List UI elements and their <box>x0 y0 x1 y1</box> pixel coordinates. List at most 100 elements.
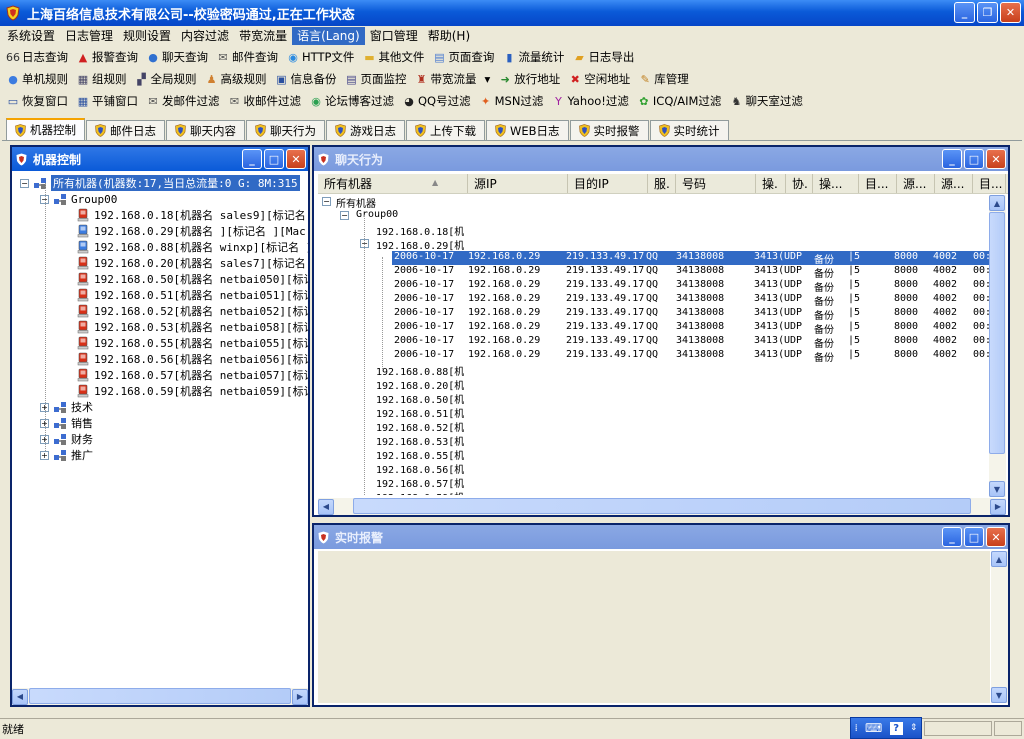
grid-row[interactable]: 192.168.0.20[机 <box>318 377 990 392</box>
tree-row[interactable]: 192.168.0.53[机器名 netbai058][标记 <box>76 319 308 335</box>
machine-panel-close-button[interactable]: ✕ <box>286 149 306 169</box>
toolbar-button-toolbar2-10[interactable]: ✎ 库管理 <box>634 69 693 89</box>
column-header-7[interactable]: 操... <box>813 174 859 193</box>
tree-row[interactable]: 192.168.0.51[机器名 netbai051][标记 <box>76 287 308 303</box>
chat-grid-hscroll-thumb[interactable] <box>353 498 971 514</box>
grid-row[interactable]: 192.168.0.88[机 <box>318 363 990 378</box>
toolbar-button-toolbar1-5[interactable]: ▬ 其他文件 <box>358 47 428 67</box>
grid-row[interactable]: 192.168.0.57[机 <box>318 475 990 490</box>
scroll-down-button[interactable]: ▼ <box>989 481 1005 497</box>
scroll-right-button[interactable]: ▶ <box>990 498 1006 515</box>
toolbar-button-toolbar1-8[interactable]: ▰ 日志导出 <box>568 47 638 67</box>
tab-8[interactable]: 实时统计 <box>649 120 729 140</box>
machine-panel-maximize-button[interactable]: □ <box>264 149 284 169</box>
chat-panel-close-button[interactable]: ✕ <box>986 149 1006 169</box>
grid-row[interactable]: − Group00 <box>318 209 990 223</box>
collapse-toggle-icon[interactable]: − <box>20 178 29 188</box>
tree-row[interactable]: + 技术 <box>40 399 93 415</box>
keyboard-icon[interactable]: ⌨ <box>865 721 882 735</box>
grid-row[interactable]: 192.168.0.50[机 <box>318 391 990 406</box>
chat-grid-vscroll-thumb[interactable] <box>989 212 1005 454</box>
collapse-toggle-icon[interactable]: − <box>340 211 349 220</box>
expand-toggle-icon[interactable]: + <box>40 450 49 460</box>
alarm-vscrollbar[interactable]: ▲ ▼ <box>991 551 1008 703</box>
chat-grid-hscrollbar[interactable]: ◀ ▶ <box>318 498 1006 515</box>
toolbar-button-toolbar2-5[interactable]: ▤ 页面监控 <box>341 69 411 89</box>
tab-0[interactable]: 机器控制 <box>6 118 85 140</box>
toolbar-button-toolbar2-9[interactable]: ✖ 空闲地址 <box>564 69 634 89</box>
column-header-8[interactable]: 目... <box>859 174 897 193</box>
tab-4[interactable]: 游戏日志 <box>326 120 405 140</box>
grid-row[interactable]: 192.168.0.53[机 <box>318 433 990 448</box>
tree-row[interactable]: 192.168.0.52[机器名 netbai052][标记 <box>76 303 308 319</box>
menu-item-1[interactable]: 日志管理 <box>60 27 118 45</box>
chat-panel-maximize-button[interactable]: □ <box>964 149 984 169</box>
toolbar-button-toolbar3-5[interactable]: ◕ QQ号过滤 <box>398 91 475 111</box>
scroll-left-button[interactable]: ◀ <box>318 498 334 515</box>
toolbar-button-toolbar1-4[interactable]: ◉ HTTP文件 <box>282 47 358 67</box>
tree-row[interactable]: − Group00 <box>40 191 117 207</box>
grid-row[interactable]: 2006-10-17 192.168.0.29 219.133.49.17 QQ 341… <box>318 321 990 336</box>
grid-row[interactable]: 2006-10-17 192.168.0.29 219.133.49.17 QQ 341… <box>318 293 990 308</box>
toolbar-button-toolbar2-6[interactable]: ♜ 带宽流量 <box>411 69 481 89</box>
alarm-panel-maximize-button[interactable]: □ <box>964 527 984 547</box>
tree-row[interactable]: − 所有机器(机器数:17,当日总流量:0 G: 8M:315 <box>20 175 300 191</box>
grid-row[interactable]: 192.168.0.56[机 <box>318 461 990 476</box>
tab-2[interactable]: 聊天内容 <box>166 120 245 140</box>
grid-row[interactable]: 2006-10-17 192.168.0.29 219.133.49.17 QQ 341… <box>318 279 990 294</box>
tab-3[interactable]: 聊天行为 <box>246 120 325 140</box>
chat-panel-minimize-button[interactable]: _ <box>942 149 962 169</box>
toolbar-button-toolbar3-7[interactable]: Y Yahoo!过滤 <box>547 91 632 111</box>
toolbar-button-toolbar3-6[interactable]: ✦ MSN过滤 <box>475 91 548 111</box>
tree-row[interactable]: 192.168.0.50[机器名 netbai050][标记 <box>76 271 308 287</box>
toolbar-button-toolbar2-1[interactable]: ▦ 组规则 <box>72 69 131 89</box>
toolbar-button-toolbar2-8[interactable]: ➜ 放行地址 <box>494 69 564 89</box>
toolbar-button-toolbar1-1[interactable]: ▲ 报警查询 <box>72 47 142 67</box>
scroll-left-button[interactable]: ◀ <box>12 688 28 705</box>
grid-row[interactable]: 192.168.0.51[机 <box>318 405 990 420</box>
machine-tree-hscrollbar[interactable]: ◀ ▶ <box>12 688 308 705</box>
grid-row[interactable]: 2006-10-17 192.168.0.29 219.133.49.17 QQ 341… <box>392 251 990 266</box>
column-header-6[interactable]: 协. <box>786 174 813 193</box>
toolbar-button-toolbar1-2[interactable]: ● 聊天查询 <box>142 47 212 67</box>
column-header-10[interactable]: 源... <box>935 174 973 193</box>
minimize-window-button[interactable]: _ <box>954 2 975 23</box>
column-header-4[interactable]: 号码 <box>676 174 756 193</box>
chat-panel-titlebar[interactable]: 聊天行为 _ □ ✕ <box>314 147 1008 171</box>
scroll-right-button[interactable]: ▶ <box>292 688 308 705</box>
grid-row[interactable]: 2006-10-17 192.168.0.29 219.133.49.17 QQ 341… <box>318 265 990 280</box>
restore-window-button[interactable]: ❐ <box>977 2 998 23</box>
toolbar-button-toolbar3-4[interactable]: ◉ 论坛博客过滤 <box>305 91 398 111</box>
alarm-panel-minimize-button[interactable]: _ <box>942 527 962 547</box>
toolbar-button-toolbar3-0[interactable]: ▭ 恢复窗口 <box>2 91 72 111</box>
chat-grid-vscrollbar[interactable]: ▲ ▼ <box>989 195 1006 497</box>
tree-row[interactable]: 192.168.0.29[机器名 ][标记名 ][Mac <box>76 223 306 239</box>
column-header-5[interactable]: 操. <box>756 174 786 193</box>
toolbar-button-toolbar2-7[interactable]: ▾ <box>481 69 495 89</box>
menu-item-7[interactable]: 帮助(H) <box>423 27 475 45</box>
column-header-2[interactable]: 目的IP <box>568 174 648 193</box>
help-icon[interactable]: ? <box>889 721 903 735</box>
toolbar-button-toolbar2-0[interactable]: ● 单机规则 <box>2 69 72 89</box>
scroll-down-button[interactable]: ▼ <box>991 687 1007 703</box>
grid-row[interactable]: −192.168.0.29[机 <box>318 237 990 252</box>
tree-row[interactable]: 192.168.0.88[机器名 winxp][标记名 ] <box>76 239 308 255</box>
menu-item-5[interactable]: 语言(Lang) <box>292 27 365 45</box>
column-header-11[interactable]: 目... <box>973 174 1006 193</box>
menu-item-4[interactable]: 带宽流量 <box>234 27 292 45</box>
grid-row[interactable]: 192.168.0.55[机 <box>318 447 990 462</box>
grid-row[interactable]: 192.168.0.18[机 <box>318 223 990 238</box>
toolbar-button-toolbar3-3[interactable]: ✉ 收邮件过滤 <box>224 91 306 111</box>
grid-row[interactable]: 所有机器 − <box>318 195 990 210</box>
toolbar-button-toolbar1-0[interactable]: 66 日志查询 <box>2 47 72 67</box>
toolbar-button-toolbar3-9[interactable]: ♞ 聊天室过滤 <box>725 91 807 111</box>
grid-row[interactable]: 2006-10-17 192.168.0.29 219.133.49.17 QQ 341… <box>318 335 990 350</box>
alarm-panel-titlebar[interactable]: 实时报警 _ □ ✕ <box>314 525 1008 549</box>
alarm-panel-close-button[interactable]: ✕ <box>986 527 1006 547</box>
tree-row[interactable]: 192.168.0.55[机器名 netbai055][标记 <box>76 335 308 351</box>
collapse-toggle-icon[interactable]: − <box>322 197 331 206</box>
tab-7[interactable]: 实时报警 <box>569 120 649 140</box>
tree-row[interactable]: + 推广 <box>40 447 93 463</box>
grid-row[interactable]: 192.168.0.59[机 <box>318 489 990 495</box>
menu-item-6[interactable]: 窗口管理 <box>365 27 423 45</box>
